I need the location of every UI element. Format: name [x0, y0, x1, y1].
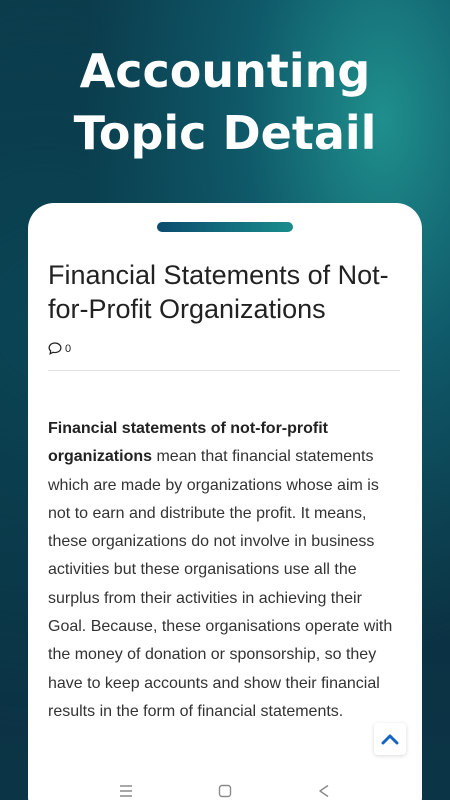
article-body: Financial statements of not-for-profit o…: [48, 415, 398, 726]
article-title: Financial Statements of Not-for-Profit O…: [48, 260, 389, 324]
home-icon: [218, 784, 232, 798]
comment-count-value: 0: [65, 342, 72, 355]
home-button[interactable]: [213, 779, 237, 800]
promo-heading: Accounting Topic Detail: [0, 40, 450, 164]
title-divider: [48, 370, 400, 371]
promo-line-2: Topic Detail: [73, 106, 377, 161]
recents-icon: [119, 785, 132, 797]
phone-frame: Financial Statements of Not-for-Profit O…: [28, 203, 422, 800]
recents-button[interactable]: [114, 779, 138, 800]
comment-icon: [48, 342, 62, 355]
comment-count[interactable]: 0: [48, 342, 71, 355]
scroll-to-top-button[interactable]: [374, 723, 406, 755]
system-nav-bar: [28, 771, 422, 800]
article-body-text: mean that financial statements which are…: [48, 448, 393, 720]
phone-notch-bar: [157, 222, 293, 232]
chevron-up-icon: [381, 734, 399, 745]
back-icon: [319, 784, 329, 798]
promo-line-1: Accounting: [79, 44, 371, 98]
back-button[interactable]: [312, 779, 336, 800]
